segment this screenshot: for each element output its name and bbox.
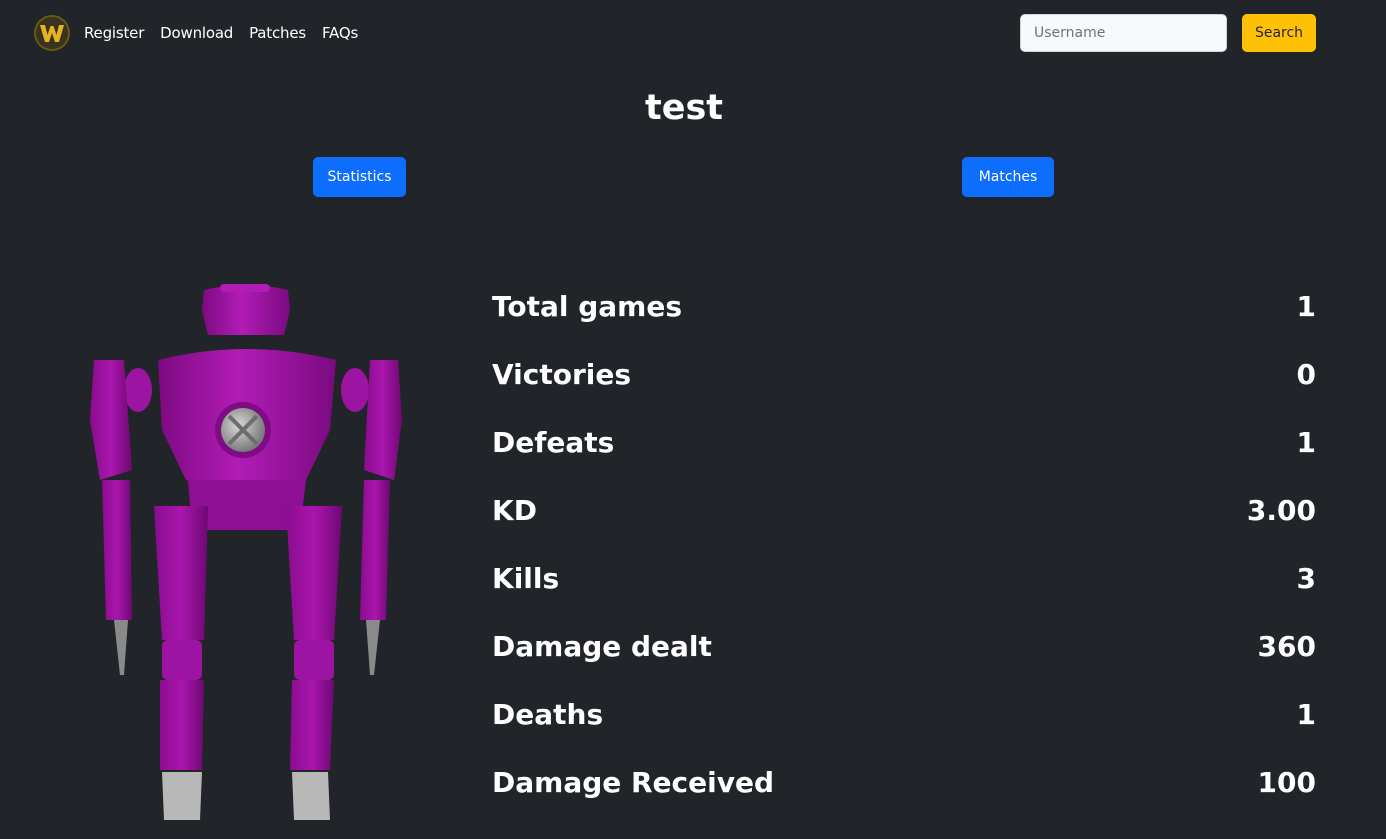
matches-button[interactable]: Matches [962,157,1054,197]
stat-row-damage-dealt: Damage dealt 360 [492,612,1316,680]
stat-label: Defeats [492,425,615,459]
stat-value: 1 [1296,289,1316,323]
statistics-button[interactable]: Statistics [313,157,406,197]
stat-row-victories: Victories 0 [492,340,1316,408]
nav-links: Register Download Patches FAQs [84,24,358,42]
site-logo[interactable] [34,15,70,51]
nav-link-patches[interactable]: Patches [249,24,306,42]
stat-row-total-games: Total games 1 [492,272,1316,340]
stat-value: 0 [1296,357,1316,391]
stat-row-defeats: Defeats 1 [492,408,1316,476]
stat-value: 360 [1257,629,1316,663]
stat-row-deaths: Deaths 1 [492,680,1316,748]
stat-row-kills: Kills 3 [492,544,1316,612]
stat-value: 100 [1257,765,1316,799]
stat-value: 1 [1296,697,1316,731]
logo-w-icon [36,17,68,49]
stat-row-damage-received: Damage Received 100 [492,748,1316,816]
stats-list: Total games 1 Victories 0 Defeats 1 KD 3… [492,272,1316,816]
stat-value: 3 [1296,561,1316,595]
username-search-input[interactable] [1020,14,1227,52]
stat-label: KD [492,493,537,527]
nav-link-faqs[interactable]: FAQs [322,24,358,42]
stat-label: Total games [492,289,683,323]
stat-label: Damage dealt [492,629,712,663]
search-button[interactable]: Search [1242,14,1316,52]
stat-label: Deaths [492,697,604,731]
nav-link-register[interactable]: Register [84,24,144,42]
stat-label: Kills [492,561,560,595]
robot-avatar-image [90,284,402,820]
page-title: test [644,88,724,128]
stat-value: 1 [1296,425,1316,459]
stat-row-kd: KD 3.00 [492,476,1316,544]
stat-label: Damage Received [492,765,775,799]
stat-value: 3.00 [1246,493,1316,527]
nav-link-download[interactable]: Download [160,24,233,42]
stat-label: Victories [492,357,632,391]
navbar: Register Download Patches FAQs Search [0,0,1386,66]
